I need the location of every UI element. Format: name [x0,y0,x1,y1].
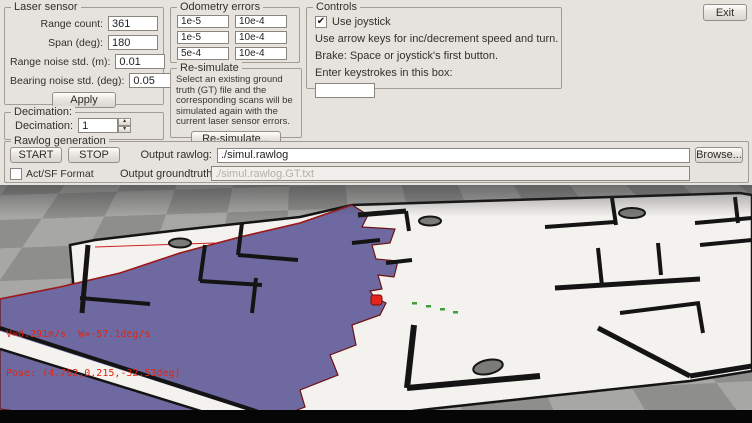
use-joystick-label: Use joystick [332,16,391,28]
output-rawlog-input[interactable] [217,148,690,163]
hud-pose: Pose: (4.762,0.215,-32.53deg) [6,367,181,380]
odometry-error-input-1b[interactable] [235,15,287,28]
decimation-down-button[interactable]: ▼ [118,126,131,134]
hud-velocity: V=0.291m/s W=-57.1deg/s [6,328,181,341]
range-count-input[interactable] [108,16,158,31]
range-count-label: Range count: [10,18,108,30]
browse-button[interactable]: Browse... [695,147,743,163]
output-groundtruth-input [211,166,690,181]
control-panel: Laser sensor Range count: Span (deg): Ra… [0,0,752,185]
status-hud: V=0.291m/s W=-57.1deg/s Pose: (4.762,0.2… [6,302,181,406]
odometry-error-input-1a[interactable] [177,15,229,28]
actsf-format-label: Act/SF Format [26,168,94,180]
exit-button[interactable]: Exit [703,4,747,21]
scene-3d[interactable]: V=0.291m/s W=-57.1deg/s Pose: (4.762,0.2… [0,185,752,410]
output-rawlog-label: Output rawlog: [126,149,217,161]
decimation-label: Decimation: [15,120,73,132]
odometry-error-input-2b[interactable] [235,31,287,44]
keystrokes-input[interactable] [315,83,375,98]
resimulate-description: Select an existing ground truth (GT) fil… [171,69,301,128]
bearing-noise-label: Bearing noise std. (deg): [10,75,129,87]
range-noise-label: Range noise std. (m): [10,56,115,68]
odometry-error-input-3a[interactable] [177,47,229,60]
controls-group: Controls ✔ Use joystick Use arrow keys f… [306,7,562,89]
odometry-error-input-2a[interactable] [177,31,229,44]
decimation-input[interactable] [78,118,118,133]
span-deg-label: Span (deg): [10,37,108,49]
brake-hint: Brake: Space or joystick's first button. [315,50,561,62]
decimation-up-button[interactable]: ▲ [118,118,131,126]
arrow-keys-hint: Use arrow keys for inc/decrement speed a… [315,33,561,45]
actsf-format-checkbox[interactable] [10,168,22,180]
viewport-letterbox [0,410,752,423]
controls-title: Controls [313,1,360,13]
resimulate-title: Re-simulate [177,62,242,74]
laser-sensor-title: Laser sensor [11,1,81,13]
resimulate-group: Re-simulate Select an existing ground tr… [170,68,302,138]
laser-sensor-group: Laser sensor Range count: Span (deg): Ra… [4,7,164,105]
range-noise-input[interactable] [115,54,165,69]
spin-up-icon: ▲ [122,118,127,124]
odometry-errors-title: Odometry errors [177,1,263,13]
odometry-errors-group: Odometry errors [170,7,300,63]
span-deg-input[interactable] [108,35,158,50]
simulation-viewport[interactable]: V=0.291m/s W=-57.1deg/s Pose: (4.762,0.2… [0,185,752,423]
spin-down-icon: ▼ [122,126,127,132]
decimation-stepper: ▲ ▼ [78,118,131,133]
stop-button[interactable]: STOP [68,147,120,163]
keystrokes-hint: Enter keystrokes in this box: [315,67,561,79]
decimation-group-title: Decimation: [11,106,75,118]
use-joystick-checkbox[interactable]: ✔ [315,16,327,28]
output-groundtruth-label: Output groundtruth: [120,168,211,180]
odometry-error-input-3b[interactable] [235,47,287,60]
rawlog-generation-title: Rawlog generation [11,135,109,147]
rawlog-generation-group: Rawlog generation START STOP Output rawl… [4,141,749,183]
start-button[interactable]: START [10,147,62,163]
